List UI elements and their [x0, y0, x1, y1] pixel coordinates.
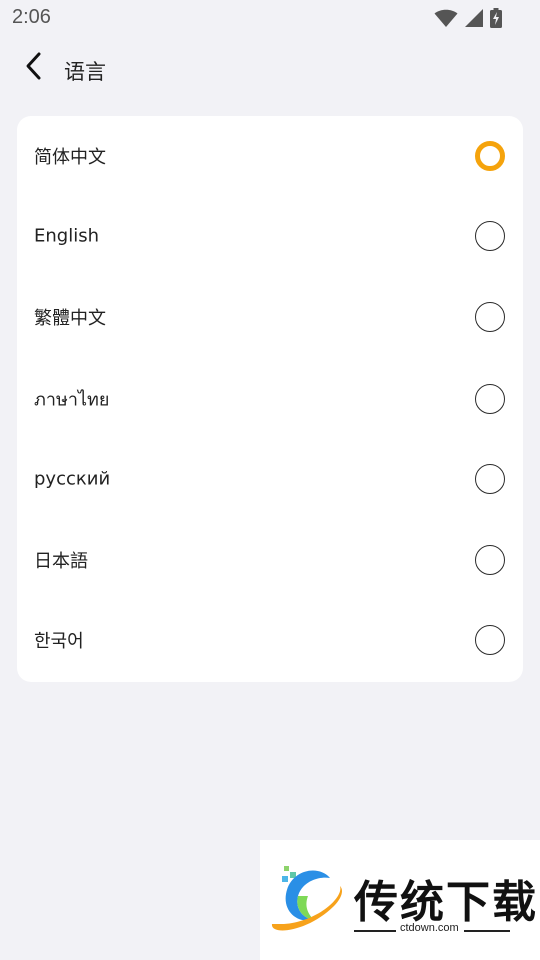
battery-charging-icon: [490, 8, 502, 28]
watermark-brand: 传统下载: [354, 877, 538, 928]
watermark-domain: ctdown.com: [400, 922, 459, 934]
language-label: 한국어: [34, 631, 84, 652]
language-item-en[interactable]: English: [17, 196, 523, 276]
chevron-left-icon: [24, 51, 44, 85]
language-label: English: [34, 225, 99, 247]
radio-button[interactable]: [475, 384, 505, 414]
language-label: 日本語: [34, 551, 88, 572]
language-item-zh-hans[interactable]: 简体中文: [17, 116, 523, 196]
wifi-icon: [434, 8, 458, 28]
language-list-card: 简体中文 English 繁體中文 ภาษาไทย русский 日本語 한국…: [17, 116, 523, 682]
logo-emblem-icon: [268, 862, 348, 942]
language-item-th[interactable]: ภาษาไทย: [17, 359, 523, 439]
screen: 2:06 语言 简体中文 English 繁體中文 ภาษาไทย русски…: [0, 0, 540, 960]
language-item-ja[interactable]: 日本語: [17, 520, 523, 600]
radio-button[interactable]: [475, 221, 505, 251]
status-time: 2:06: [12, 6, 51, 28]
radio-button[interactable]: [475, 545, 505, 575]
radio-button[interactable]: [475, 302, 505, 332]
page-title: 语言: [64, 60, 106, 84]
language-label: русский: [34, 468, 111, 490]
language-item-ru[interactable]: русский: [17, 439, 523, 519]
language-label: ภาษาไทย: [34, 389, 110, 411]
divider: [354, 930, 396, 932]
status-icons: [434, 8, 502, 28]
radio-button[interactable]: [475, 625, 505, 655]
back-button[interactable]: [14, 46, 54, 90]
radio-button[interactable]: [475, 141, 505, 171]
status-bar: 2:06: [0, 0, 540, 36]
language-item-zh-hant[interactable]: 繁體中文: [17, 277, 523, 357]
divider: [464, 930, 510, 932]
language-label: 繁體中文: [34, 308, 106, 329]
cellular-signal-icon: [464, 8, 484, 28]
watermark-logo: 传统下载 ctdown.com: [260, 840, 540, 960]
language-item-ko[interactable]: 한국어: [17, 600, 523, 680]
app-bar: 语言: [0, 40, 540, 96]
language-label: 简体中文: [34, 147, 106, 168]
radio-button[interactable]: [475, 464, 505, 494]
